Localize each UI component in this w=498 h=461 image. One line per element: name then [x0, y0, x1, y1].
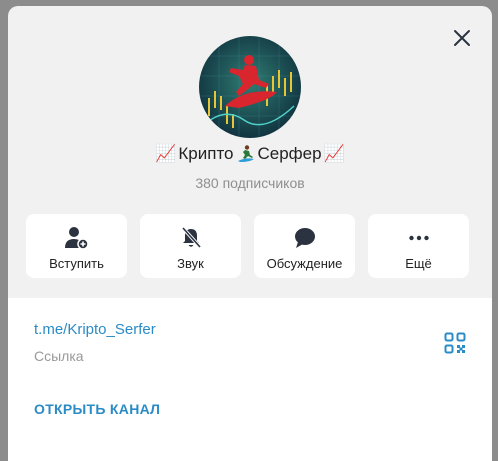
channel-info-section: t.me/Kripto_Serfer Ссылка ОТКРЫТЬ КАНАЛ	[8, 298, 492, 461]
chart-emoji-icon: 📈	[155, 144, 177, 163]
more-dots-icon	[408, 235, 429, 241]
channel-info-dialog: 📈 Крипто Серфер 📈 380 подписчиков Вступи…	[8, 6, 492, 461]
discussion-label: Обсуждение	[266, 256, 343, 271]
bell-muted-icon	[181, 226, 201, 249]
surfer-emoji-icon	[237, 145, 254, 162]
subscriber-count: 380 подписчиков	[195, 175, 305, 191]
qr-code-button[interactable]	[444, 332, 466, 354]
close-button[interactable]	[450, 26, 474, 50]
channel-title: 📈 Крипто Серфер 📈	[8, 144, 492, 164]
more-button[interactable]: Ещё	[368, 214, 469, 278]
sound-button[interactable]: Звук	[140, 214, 241, 278]
channel-title-part1: Крипто	[178, 144, 234, 163]
channel-link[interactable]: t.me/Kripto_Serfer	[34, 321, 156, 338]
close-icon	[454, 30, 470, 46]
join-label: Вступить	[49, 256, 104, 271]
chat-bubble-icon	[294, 228, 315, 248]
sound-label: Звук	[177, 256, 204, 271]
channel-title-part2: Серфер	[257, 144, 322, 163]
action-bar: Вступить Звук Обсуждение Ещё	[26, 214, 469, 278]
discussion-button[interactable]: Обсуждение	[254, 214, 355, 278]
qr-code-icon	[444, 332, 466, 354]
join-button[interactable]: Вступить	[26, 214, 127, 278]
chart-emoji-icon: 📈	[323, 144, 345, 163]
add-user-icon	[64, 227, 89, 250]
open-channel-button[interactable]: ОТКРЫТЬ КАНАЛ	[34, 401, 160, 417]
channel-link-caption: Ссылка	[34, 348, 84, 364]
channel-avatar	[199, 36, 301, 138]
more-label: Ещё	[405, 256, 432, 271]
